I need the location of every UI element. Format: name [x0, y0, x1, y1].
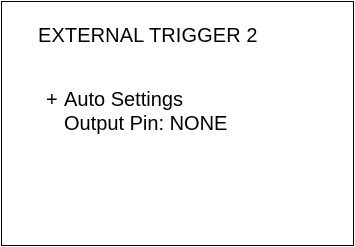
screen-title: EXTERNAL TRIGGER 2 — [38, 25, 258, 47]
menu-item-label: Output Pin: NONE — [64, 113, 228, 135]
display-screen: EXTERNAL TRIGGER 2 + Auto Settings Output… — [1, 1, 354, 246]
menu-item-label: Auto Settings — [64, 89, 183, 111]
menu-item-auto-settings[interactable]: + Auto Settings — [46, 88, 183, 112]
menu-item-output-pin[interactable]: Output Pin: NONE — [64, 112, 227, 136]
expand-plus-icon: + — [46, 89, 58, 111]
